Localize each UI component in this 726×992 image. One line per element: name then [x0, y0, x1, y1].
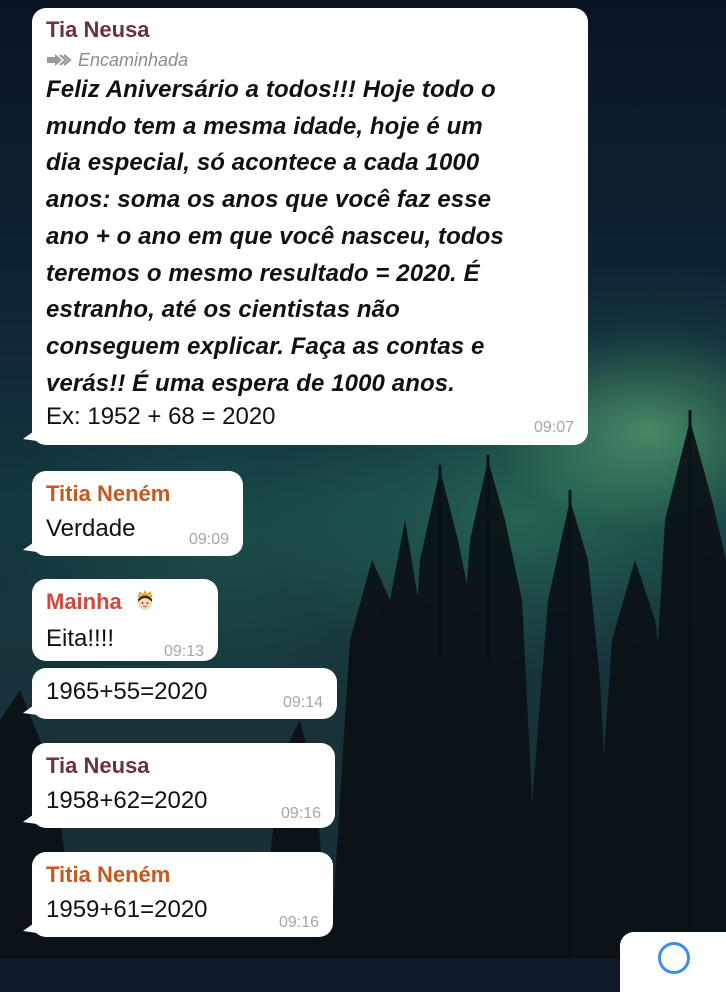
message-time: 09:16 [278, 914, 319, 931]
message-line: mundo tem a mesma idade, hoje é um [46, 112, 483, 140]
message-sender: Mainha [46, 588, 204, 618]
message-bubble[interactable]: Mainha Eita!!!! 09:13 [32, 579, 218, 661]
forwarded-label: Encaminhada [46, 48, 574, 72]
forward-arrow-icon [46, 53, 72, 67]
message-line: ano + o ano em que você nasceu, todos [46, 222, 504, 250]
scroll-down-button[interactable] [620, 932, 726, 992]
message-text: 1958+62=2020 [46, 787, 208, 814]
message-text: Eita!!!! [46, 624, 115, 652]
message-text: Verdade [46, 515, 136, 542]
message-bubble[interactable]: Titia Neném Verdade 09:09 [23, 471, 243, 556]
message-sender: Tia Neusa [46, 753, 150, 778]
message-bubble[interactable]: Titia Neném 1959+61=2020 09:16 [23, 852, 333, 937]
message-bubble-forwarded[interactable]: Tia Neusa Encaminhada Feliz Aniversário … [23, 8, 588, 445]
message-sender: Tia Neusa [46, 17, 150, 42]
message-line: teremos o mesmo resultado = 2020. É [46, 259, 480, 287]
message-sender: Titia Neném [46, 481, 171, 506]
message-line: anos: soma os anos que você faz esse [46, 186, 492, 214]
message-time: 09:14 [282, 694, 323, 711]
message-bubble[interactable]: Tia Neusa 1958+62=2020 09:16 [23, 743, 335, 828]
message-line: estranho, até os cientistas não [46, 296, 400, 324]
message-text: 1959+61=2020 [46, 896, 208, 923]
message-time: 09:13 [163, 642, 204, 660]
scroll-down-icon [658, 942, 690, 974]
message-time: 09:07 [533, 419, 574, 437]
message-line: verás!! É uma espera de 1000 anos. [46, 369, 455, 397]
message-bubble[interactable]: 1965+55=2020 09:14 [23, 668, 337, 719]
message-time: 09:16 [280, 805, 321, 822]
message-text: 1965+55=2020 [46, 678, 208, 705]
message-line: Feliz Aniversário a todos!!! Hoje todo o [46, 76, 496, 103]
message-text: Feliz Aniversário a todos!!! Hoje todo o… [46, 72, 574, 402]
princess-emoji-icon [134, 589, 156, 618]
message-line: conseguem explicar. Faça as contas e [46, 332, 485, 360]
message-line: dia especial, só acontece a cada 1000 [46, 149, 480, 177]
message-sender: Titia Neném [46, 862, 171, 887]
message-time: 09:09 [188, 531, 229, 548]
message-example: Ex: 1952 + 68 = 2020 [46, 403, 276, 431]
